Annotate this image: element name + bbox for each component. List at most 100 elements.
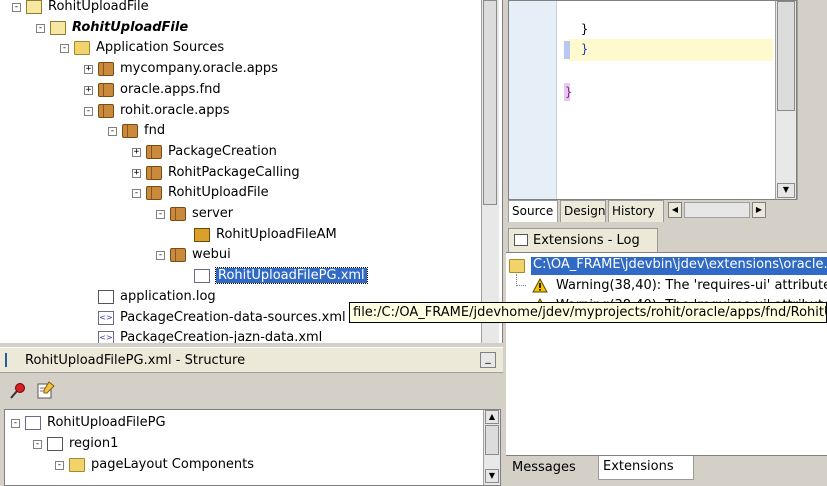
edit-properties-icon[interactable] (37, 381, 55, 399)
tree-item-label: RohitUploadFile (168, 185, 269, 201)
editor-right-strip (797, 0, 827, 200)
structure-tree-item[interactable]: - RohitUploadFilePG (5, 413, 483, 433)
collapse-toggle[interactable]: - (156, 210, 165, 219)
log-line-text: C:\OA_FRAME\jdevbin\jdev\extensions\orac… (531, 257, 827, 275)
collapse-toggle[interactable]: - (60, 44, 69, 54)
tree-item-label: RohitUploadFilePG (47, 415, 166, 430)
open-folder-icon (509, 259, 525, 273)
project-icon (50, 20, 66, 35)
log-line-text: Warning(38,40): The 'requires-ui' attrib… (556, 278, 827, 293)
navigator-tree-item[interactable]: + PackageCreation (0, 142, 480, 162)
editor-vertical-scrollbar[interactable]: ▼ (775, 1, 796, 199)
navigator-tree-item[interactable]: - fnd (0, 121, 480, 141)
navigator-vertical-scrollbar[interactable] (481, 0, 499, 343)
tree-item-label: server (192, 206, 234, 221)
tree-item-label: application.log (120, 288, 216, 304)
navigator-tree-item[interactable]: + mycompany.oracle.apps (0, 59, 480, 79)
log-line[interactable]: Warning(38,40): The 'requires-ui' attrib… (506, 274, 827, 296)
xml-page-icon (25, 416, 41, 430)
tree-item-label: RohitUploadFileAM (216, 226, 337, 242)
collapse-toggle[interactable]: - (12, 3, 21, 12)
collapse-toggle[interactable]: - (11, 419, 20, 428)
workspace-icon (26, 0, 42, 14)
navigator-tree: - RohitUploadFile - RohitUploadFile - Applica… (0, 0, 480, 343)
tab-design[interactable]: Design (560, 200, 606, 222)
expand-toggle[interactable]: + (132, 168, 141, 178)
tree-item-label: fnd (144, 123, 166, 139)
structure-vertical-scrollbar[interactable]: ▲ ▼ (483, 410, 500, 485)
navigator-tree-item[interactable]: - webui (0, 245, 480, 265)
tab-source[interactable]: Source (508, 200, 558, 222)
navigator-tree-item[interactable]: <> PackageCreation-jazn-data.xml (0, 328, 480, 343)
code-line[interactable]: } (581, 42, 588, 56)
expand-toggle[interactable]: + (84, 85, 93, 95)
tree-item-label: PackageCreation-data-sources.xml (120, 309, 346, 325)
tab-scroll-left-button[interactable]: ◀ (668, 202, 682, 218)
navigator-tree-item[interactable]: - RohitUploadFile (0, 183, 480, 203)
collapse-toggle[interactable]: - (84, 106, 93, 116)
package-icon (146, 186, 162, 201)
structure-scroll-up[interactable]: ▲ (485, 410, 499, 424)
structure-icon (5, 353, 19, 367)
log-title-bar: Extensions - Log (506, 226, 827, 252)
file-path-tooltip: file:/C:/OA_FRAME/jdevhome/jdev/myprojec… (349, 302, 827, 323)
current-line-highlight (567, 39, 773, 61)
navigator-tree-item[interactable]: RohitUploadFileAM (0, 225, 480, 245)
log-title: Extensions - Log (533, 233, 640, 248)
code-editor: } } } ▼ (508, 0, 797, 200)
expand-toggle[interactable]: + (132, 147, 141, 157)
log-line-selected[interactable]: C:\OA_FRAME\jdevbin\jdev\extensions\orac… (506, 256, 827, 276)
tree-item-label: webui (192, 247, 231, 263)
collapse-toggle[interactable]: - (108, 127, 117, 137)
package-icon (122, 124, 138, 139)
xml-file-icon: <> (98, 310, 114, 325)
navigator-tree-item[interactable]: - Application Sources (0, 38, 480, 58)
tab-scroll-right-button[interactable]: ▶ (752, 202, 766, 218)
tree-item-label: RohitUploadFilePG.xml (215, 267, 368, 285)
structure-panel: RohitUploadFilePG.xml - Structure _ - Roh… (0, 345, 503, 486)
collapse-toggle[interactable]: - (132, 189, 141, 199)
editor-scroll-down[interactable]: ▼ (777, 183, 795, 198)
collapse-toggle[interactable]: - (156, 251, 165, 261)
structure-scroll-thumb[interactable] (485, 425, 499, 455)
tree-item-label: mycompany.oracle.apps (120, 61, 278, 77)
tab-messages[interactable]: Messages (508, 458, 596, 480)
open-folder-icon (69, 458, 85, 472)
collapse-toggle[interactable]: - (55, 461, 64, 470)
navigator-tree-item[interactable]: - RohitUploadFile (0, 18, 480, 38)
navigator-tree-item[interactable]: - RohitUploadFile (0, 0, 480, 17)
pin-icon[interactable] (9, 382, 27, 400)
structure-tree-item[interactable]: - pageLayout Components (5, 455, 483, 475)
tab-history[interactable]: History (608, 200, 664, 222)
log-icon (514, 234, 528, 246)
tree-item-label: RohitUploadFile (48, 0, 149, 14)
tree-item-label: PackageCreation-jazn-data.xml (120, 330, 323, 343)
navigator-tree-item[interactable]: + oracle.apps.fnd (0, 80, 480, 100)
collapse-toggle[interactable]: - (33, 440, 42, 449)
expand-toggle[interactable]: + (84, 65, 93, 75)
navigator-scroll-thumb[interactable] (483, 0, 497, 205)
minimize-button[interactable]: _ (480, 352, 496, 368)
package-icon (170, 207, 186, 221)
navigator-tree-item[interactable]: + RohitPackageCalling (0, 163, 480, 183)
navigator-tree-item[interactable]: RohitUploadFilePG.xml (0, 266, 480, 286)
editor-scroll-thumb[interactable] (777, 1, 795, 111)
package-icon (146, 165, 162, 180)
tab-extensions[interactable]: Extensions (598, 456, 694, 480)
structure-tree-item[interactable]: - region1 (5, 434, 483, 454)
region-icon (47, 437, 63, 451)
tree-item-label: pageLayout Components (91, 457, 255, 472)
line-marker (564, 41, 570, 59)
code-line[interactable]: } (581, 22, 588, 36)
collapse-toggle[interactable]: - (36, 23, 45, 33)
package-icon (98, 103, 114, 118)
tab-scroll-track[interactable] (684, 202, 750, 218)
structure-scroll-down[interactable]: ▼ (485, 469, 499, 483)
document-icon (98, 289, 114, 304)
code-line[interactable]: } (565, 85, 572, 99)
tree-item-label: rohit.oracle.apps (120, 102, 230, 118)
log-title-tab[interactable]: Extensions - Log (508, 228, 658, 252)
navigator-tree-item[interactable]: - rohit.oracle.apps (0, 101, 480, 121)
navigator-tree-item[interactable]: - server (0, 204, 480, 224)
structure-title: RohitUploadFilePG.xml - Structure (25, 353, 246, 368)
